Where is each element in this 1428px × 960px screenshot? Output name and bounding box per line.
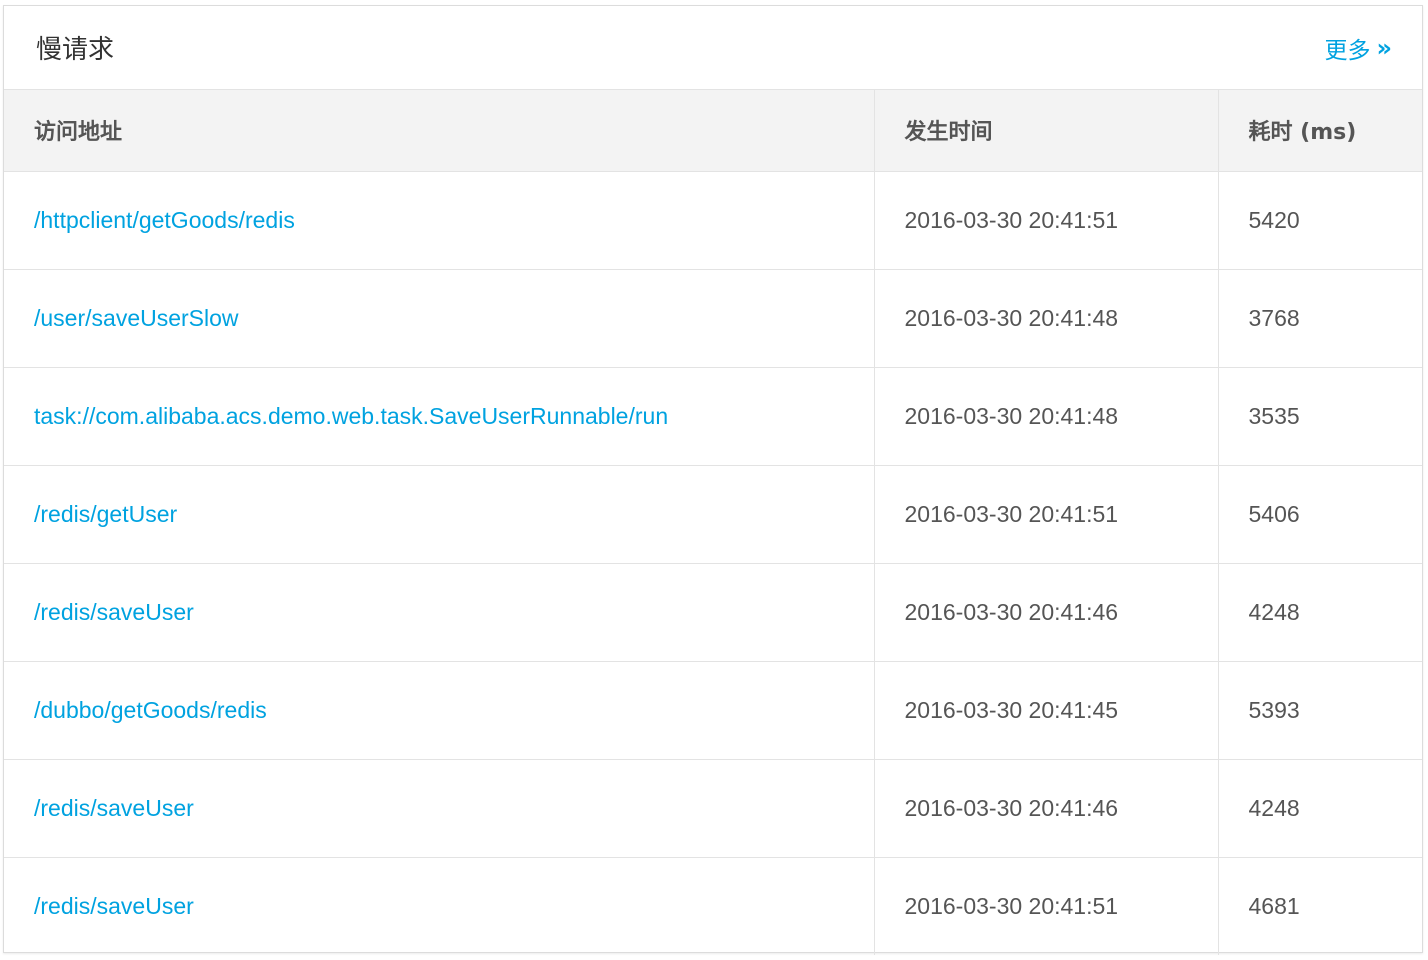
time-cell: 2016-03-30 20:41:51 bbox=[874, 857, 1219, 955]
url-link[interactable]: /httpclient/getGoods/redis bbox=[34, 207, 295, 233]
url-cell: /redis/saveUser bbox=[4, 759, 875, 858]
table-row: /httpclient/getGoods/redis 2016-03-30 20… bbox=[4, 171, 1422, 270]
time-cell: 2016-03-30 20:41:45 bbox=[874, 661, 1219, 760]
url-link[interactable]: /redis/saveUser bbox=[34, 795, 194, 821]
duration-cell: 4248 bbox=[1218, 563, 1422, 662]
table-row: /redis/saveUser 2016-03-30 20:41:46 4248 bbox=[4, 759, 1422, 858]
double-chevron-right-icon: » bbox=[1376, 33, 1392, 62]
panel-header: 慢请求 更多 » bbox=[4, 6, 1422, 90]
table-row: /user/saveUserSlow 2016-03-30 20:41:48 3… bbox=[4, 269, 1422, 368]
url-link[interactable]: /user/saveUserSlow bbox=[34, 305, 239, 331]
url-cell: /redis/saveUser bbox=[4, 563, 875, 662]
table-row: /redis/saveUser 2016-03-30 20:41:51 4681 bbox=[4, 857, 1422, 955]
url-cell: /httpclient/getGoods/redis bbox=[4, 171, 875, 270]
more-link[interactable]: 更多 » bbox=[1324, 31, 1392, 65]
column-header-duration: 耗时 (ms) bbox=[1218, 90, 1422, 172]
time-cell: 2016-03-30 20:41:46 bbox=[874, 759, 1219, 858]
time-cell: 2016-03-30 20:41:51 bbox=[874, 171, 1219, 270]
table-header-row: 访问地址 发生时间 耗时 (ms) bbox=[4, 90, 1422, 172]
slow-requests-table: 访问地址 发生时间 耗时 (ms) /httpclient/getGoods/r… bbox=[4, 90, 1422, 955]
url-cell: task://com.alibaba.acs.demo.web.task.Sav… bbox=[4, 367, 875, 466]
duration-cell: 5420 bbox=[1218, 171, 1422, 270]
table-row: /dubbo/getGoods/redis 2016-03-30 20:41:4… bbox=[4, 661, 1422, 760]
table-row: /redis/getUser 2016-03-30 20:41:51 5406 bbox=[4, 465, 1422, 564]
url-cell: /redis/getUser bbox=[4, 465, 875, 564]
url-cell: /dubbo/getGoods/redis bbox=[4, 661, 875, 760]
url-cell: /redis/saveUser bbox=[4, 857, 875, 955]
table-row: /redis/saveUser 2016-03-30 20:41:46 4248 bbox=[4, 563, 1422, 662]
panel-title: 慢请求 bbox=[36, 35, 115, 65]
url-link[interactable]: /dubbo/getGoods/redis bbox=[34, 697, 267, 723]
time-cell: 2016-03-30 20:41:51 bbox=[874, 465, 1219, 564]
more-label: 更多 bbox=[1324, 37, 1371, 64]
column-header-time: 发生时间 bbox=[874, 90, 1219, 172]
table-row: task://com.alibaba.acs.demo.web.task.Sav… bbox=[4, 367, 1422, 466]
url-link[interactable]: /redis/saveUser bbox=[34, 599, 194, 625]
duration-cell: 4248 bbox=[1218, 759, 1422, 858]
url-link[interactable]: /redis/getUser bbox=[34, 501, 177, 527]
time-cell: 2016-03-30 20:41:48 bbox=[874, 269, 1219, 368]
url-link[interactable]: /redis/saveUser bbox=[34, 893, 194, 919]
duration-cell: 3535 bbox=[1218, 367, 1422, 466]
column-header-url: 访问地址 bbox=[4, 90, 875, 172]
url-cell: /user/saveUserSlow bbox=[4, 269, 875, 368]
duration-cell: 3768 bbox=[1218, 269, 1422, 368]
duration-cell: 4681 bbox=[1248, 892, 1300, 919]
time-cell: 2016-03-30 20:41:46 bbox=[874, 563, 1219, 662]
duration-cell: 5406 bbox=[1218, 465, 1422, 564]
time-cell: 2016-03-30 20:41:48 bbox=[874, 367, 1219, 466]
duration-cell: 5393 bbox=[1218, 661, 1422, 760]
url-link[interactable]: task://com.alibaba.acs.demo.web.task.Sav… bbox=[34, 403, 668, 429]
slow-requests-panel: 慢请求 更多 » 访问地址 发生时间 耗时 (ms) /httpclient/g… bbox=[3, 5, 1423, 955]
